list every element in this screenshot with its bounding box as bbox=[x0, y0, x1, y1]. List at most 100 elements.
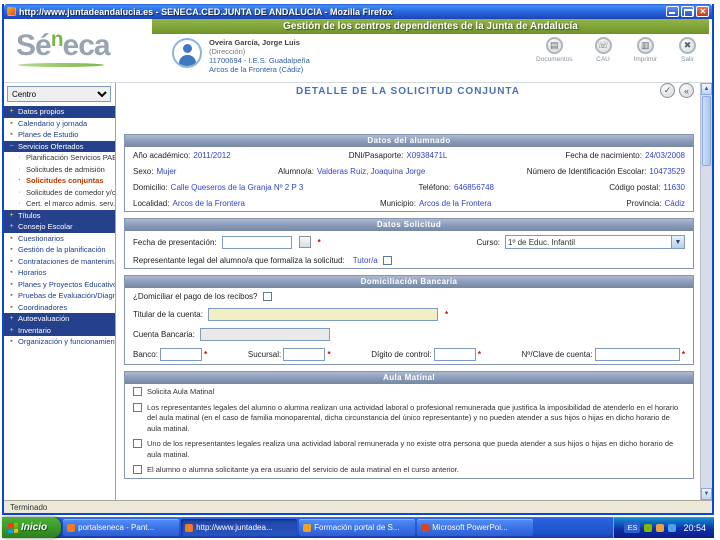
taskbar-button[interactable]: Microsoft PowerPoi... bbox=[417, 519, 534, 536]
section-aula-matinal: Aula Matinal Solicita Aula Matinal Los r… bbox=[124, 371, 694, 479]
logo-swoosh bbox=[18, 63, 104, 67]
tray-icon-orange[interactable] bbox=[656, 523, 665, 532]
taskbar-button[interactable]: http://www.juntadea... bbox=[181, 519, 298, 536]
field-ano-academico: Año académico: 2011/2012 bbox=[133, 151, 231, 160]
titular-input[interactable] bbox=[207, 308, 438, 321]
field-dni: DNI/Pasaporte: X0938471L bbox=[348, 151, 448, 160]
app-banner: Gestión de los centros dependientes de l… bbox=[152, 19, 709, 34]
taskbar-clock: 20:54 bbox=[683, 522, 706, 533]
sucursal-input[interactable] bbox=[283, 348, 326, 361]
tutor-checkbox[interactable] bbox=[382, 256, 392, 265]
sidebar-item-label: Datos propios bbox=[18, 107, 65, 117]
sidebar-item-icon: · bbox=[18, 177, 21, 185]
header-action-button[interactable]: ☏ CAU bbox=[594, 37, 612, 63]
cuenta-input[interactable] bbox=[199, 328, 330, 341]
sidebar-item[interactable]: + Títulos bbox=[4, 209, 115, 221]
back-button[interactable]: « bbox=[679, 83, 694, 98]
scrollbar-thumb[interactable] bbox=[702, 96, 711, 166]
sidebar-item[interactable]: ▪ Contrataciones de mantenim. bbox=[4, 256, 115, 268]
sidebar-item[interactable]: ▪ Cuestionarios bbox=[4, 233, 115, 245]
sidebar-item-icon: ▪ bbox=[10, 338, 13, 346]
sidebar-item-label: Solicitudes conjuntas bbox=[26, 176, 104, 186]
taskbar-app-icon bbox=[303, 523, 312, 532]
user-location: Arcos de la Frontera (Cádiz) bbox=[209, 65, 304, 74]
sidebar-item[interactable]: ▪ Calendario y jornada bbox=[4, 118, 115, 130]
language-indicator[interactable]: ES bbox=[624, 522, 641, 533]
sidebar-item[interactable]: · Solicitudes conjuntas bbox=[4, 175, 115, 187]
sidebar-item[interactable]: − Servicios Ofertados bbox=[4, 140, 115, 152]
banco-input[interactable] bbox=[160, 348, 203, 361]
sidebar-item-label: Cert. el marco admis. serv. compl. bbox=[26, 199, 115, 209]
option-row: Uno de los representantes legales realiz… bbox=[125, 436, 693, 462]
sidebar-item-label: Planes y Proyectos Educativos bbox=[18, 279, 115, 289]
sidebar-item[interactable]: + Autoevaluación bbox=[4, 313, 115, 325]
sidebar-item[interactable]: ▪ Organización y funcionamiento de bibl. bbox=[4, 336, 115, 348]
section-datos-alumnado: Datos del alumnado Año académico: 2011/20… bbox=[124, 134, 694, 212]
section-header: Domiciliación Bancaria bbox=[125, 276, 693, 288]
curso-select[interactable]: 1º de Educ. Infantil ▼ bbox=[505, 235, 685, 249]
sidebar-item-label: Solicitudes de comedor y/o aula bbox=[26, 187, 115, 197]
sidebar-item[interactable]: ▪ Horarios bbox=[4, 267, 115, 279]
option-text: Solicita Aula Matinal bbox=[147, 387, 215, 396]
sidebar-item-icon: · bbox=[18, 188, 21, 196]
sidebar-item[interactable]: ▪ Gestión de la planificación bbox=[4, 244, 115, 256]
option-row: El alumno o alumna solicitante ya era us… bbox=[125, 462, 693, 478]
option-checkbox[interactable] bbox=[133, 465, 142, 474]
option-checkbox[interactable] bbox=[133, 439, 142, 448]
tray-icon-green[interactable] bbox=[644, 523, 653, 532]
scroll-up-icon[interactable]: ▲ bbox=[701, 83, 712, 95]
taskbar-button[interactable]: Formación portal de S... bbox=[299, 519, 416, 536]
sidebar-item[interactable]: · Solicitudes de admisión bbox=[4, 164, 115, 176]
sidebar-item[interactable]: ▪ Planes y Proyectos Educativos bbox=[4, 279, 115, 291]
action-icon: ▥ bbox=[636, 37, 654, 54]
header-action-button[interactable]: ▤ Documentos bbox=[536, 37, 573, 63]
option-checkbox[interactable] bbox=[133, 387, 142, 396]
fecha-presentacion-input[interactable] bbox=[221, 235, 292, 249]
accept-button[interactable]: ✓ bbox=[660, 83, 675, 98]
header-action-button[interactable]: ▥ Imprimir bbox=[634, 37, 657, 63]
sidebar-item[interactable]: ▪ Planes de Estudio bbox=[4, 129, 115, 141]
sidebar-item-icon: + bbox=[9, 211, 14, 219]
sidebar-item[interactable]: · Cert. el marco admis. serv. compl. bbox=[4, 198, 115, 210]
sidebar-item-icon: ▪ bbox=[10, 303, 13, 311]
scroll-down-icon[interactable]: ▼ bbox=[701, 488, 712, 500]
field-sucursal: Sucursal: * bbox=[247, 348, 331, 361]
field-sexo: Sexo: Mujer bbox=[133, 167, 177, 176]
sidebar-item[interactable]: ▪ Pruebas de Evaluación/Diagnóstico bbox=[4, 290, 115, 302]
action-label: CAU bbox=[596, 56, 610, 63]
digito-control-input[interactable] bbox=[433, 348, 476, 361]
start-button[interactable]: Inicio bbox=[2, 517, 62, 538]
maximize-button[interactable] bbox=[681, 6, 694, 17]
sidebar-item[interactable]: · Solicitudes de comedor y/o aula bbox=[4, 187, 115, 199]
action-icon: ✖ bbox=[679, 37, 696, 54]
main-scrollbar[interactable]: ▲ ▼ bbox=[700, 83, 712, 500]
domiciliar-checkbox[interactable] bbox=[262, 292, 272, 301]
sidebar-item-icon: + bbox=[9, 326, 14, 334]
section-header: Datos Solicitud bbox=[125, 219, 693, 231]
option-text: El alumno o alumna solicitante ya era us… bbox=[147, 465, 459, 474]
taskbar-button[interactable]: portalseneca - Pant... bbox=[63, 519, 180, 536]
sidebar-item[interactable]: + Datos propios bbox=[4, 106, 115, 118]
action-icon: ☏ bbox=[594, 37, 612, 54]
sidebar-item[interactable]: + Consejo Escolar bbox=[4, 221, 115, 233]
clave-cuenta-input[interactable] bbox=[594, 348, 680, 361]
minimize-button[interactable] bbox=[666, 6, 679, 17]
sidebar-item[interactable]: · Planificación Servicios PAE bbox=[4, 152, 115, 164]
sidebar-menu: + Datos propios ▪ Calendario y jornada ▪… bbox=[4, 106, 115, 348]
header-actions: ▤ Documentos ☏ CAU ▥ Imprimir ✖ Salir bbox=[536, 37, 696, 63]
user-info: Oveira García, Jorge Luis (Dirección) 11… bbox=[172, 38, 310, 74]
tray-icon-blue[interactable] bbox=[668, 523, 677, 532]
sidebar-item[interactable]: ▪ Coordinadores bbox=[4, 302, 115, 314]
window-title: http://www.juntadeandalucia.es - SENECA.… bbox=[19, 6, 393, 17]
aula-matinal-options: Solicita Aula Matinal Los representantes… bbox=[125, 384, 693, 478]
close-button[interactable] bbox=[696, 6, 709, 17]
system-tray: ES 20:54 bbox=[613, 517, 714, 538]
calendar-button[interactable] bbox=[298, 236, 311, 248]
sidebar-item-label: Pruebas de Evaluación/Diagnóstico bbox=[18, 291, 115, 301]
sidebar-item[interactable]: + Inventario bbox=[4, 324, 115, 336]
header-action-button[interactable]: ✖ Salir bbox=[679, 37, 696, 63]
context-select[interactable]: Centro bbox=[7, 86, 111, 102]
status-text: Terminado bbox=[10, 502, 48, 512]
option-checkbox[interactable] bbox=[133, 402, 142, 412]
titlebar[interactable]: http://www.juntadeandalucia.es - SENECA.… bbox=[4, 4, 712, 19]
